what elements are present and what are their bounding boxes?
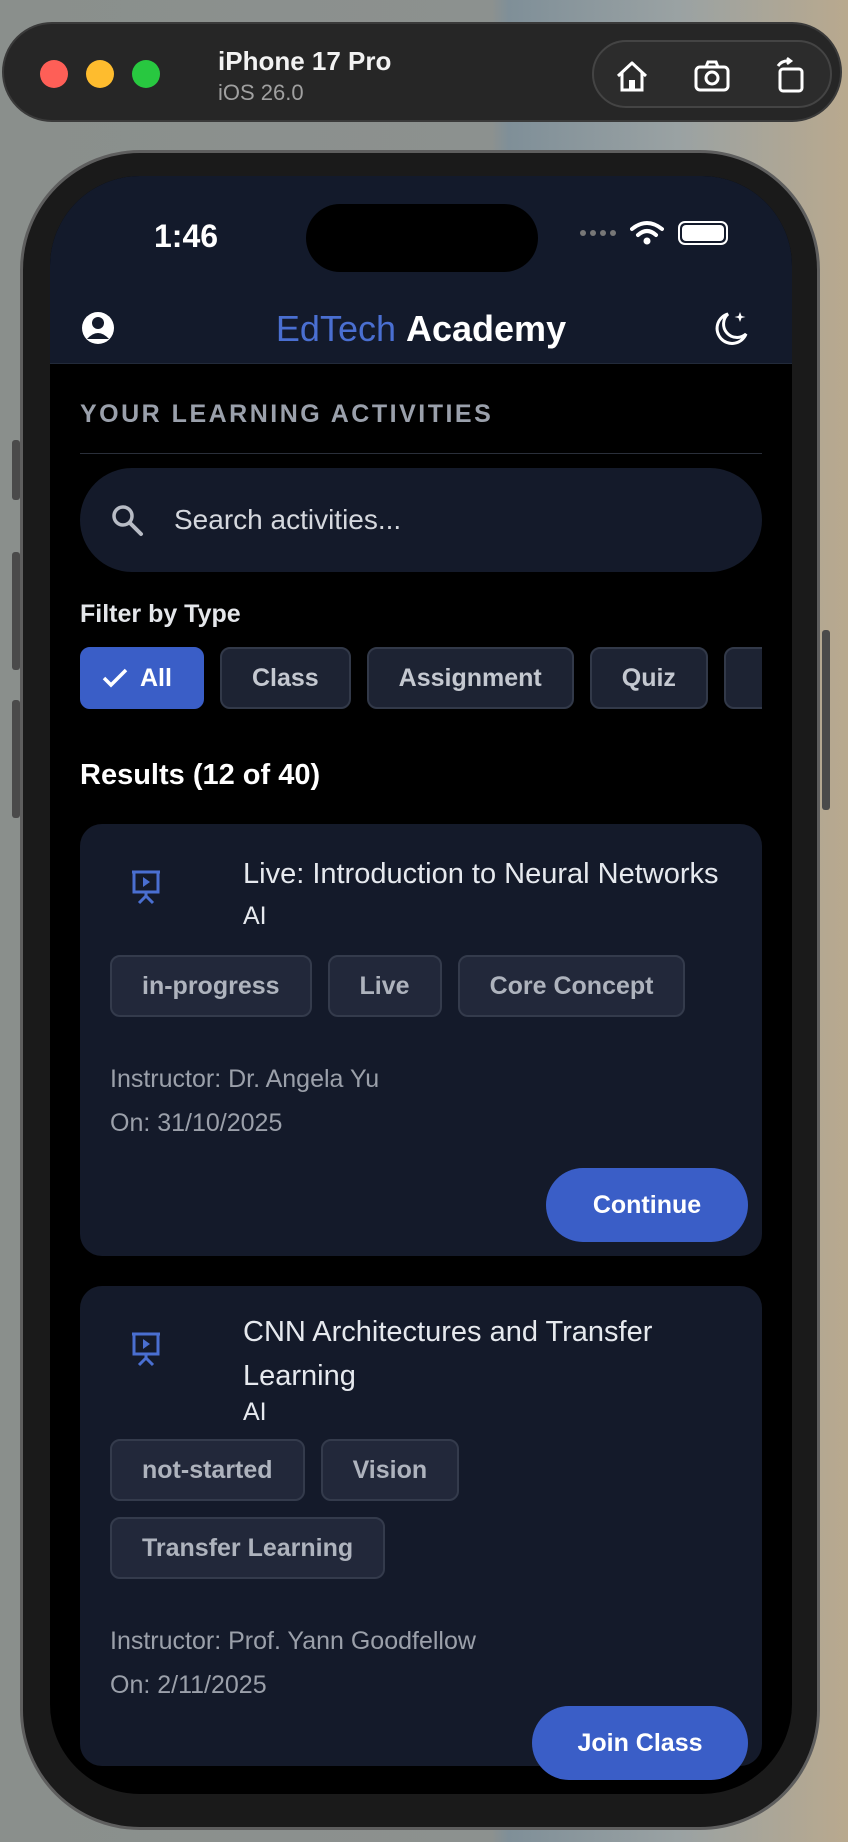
- section-title: YOUR LEARNING ACTIVITIES: [80, 400, 762, 454]
- volume-up-button: [12, 552, 20, 670]
- filter-chip-more[interactable]: [723, 647, 762, 709]
- power-button: [822, 630, 830, 810]
- filter-chip-quiz[interactable]: Quiz: [589, 647, 708, 709]
- chip-label: Quiz: [621, 663, 676, 692]
- zoom-window-button[interactable]: [132, 60, 160, 88]
- app-header: EdTech Academy: [50, 296, 792, 364]
- status-time: 1:46: [154, 218, 219, 254]
- tag-status: in-progress: [110, 955, 312, 1017]
- simulator-toolbar: iPhone 17 Pro iOS 26.0: [2, 22, 842, 122]
- presentation-icon: [126, 866, 166, 906]
- card-date: On: 2/11/2025: [110, 1671, 267, 1699]
- card-instructor: Instructor: Dr. Angela Yu: [110, 1065, 380, 1093]
- activity-card[interactable]: Live: Introduction to Neural Networks AI…: [80, 824, 762, 1256]
- card-tags: in-progress Live Core Concept: [110, 955, 732, 1017]
- volume-down-button: [12, 700, 20, 818]
- brand-part1: EdTech: [275, 308, 396, 349]
- card-title: Live: Introduction to Neural Networks: [243, 858, 719, 890]
- device-name: iPhone 17 Pro: [218, 46, 392, 76]
- cellular-icon: [580, 230, 616, 236]
- presentation-icon: [126, 1328, 166, 1368]
- filter-chip-assignment[interactable]: Assignment: [366, 647, 574, 709]
- card-category: AI: [243, 1398, 267, 1426]
- screenshot-icon[interactable]: [692, 56, 732, 96]
- tag: Live: [327, 955, 442, 1017]
- battery-icon: [678, 221, 728, 245]
- results-count: Results (12 of 40): [80, 759, 321, 791]
- simulator-tools: [592, 40, 832, 108]
- search-input[interactable]: Search activities...: [80, 468, 762, 572]
- home-icon[interactable]: [612, 56, 652, 96]
- status-icons: [580, 220, 728, 246]
- card-instructor: Instructor: Prof. Yann Goodfellow: [110, 1627, 476, 1655]
- phone-screen: 1:46 EdTech Academy YOUR LEARNING ACTIVI…: [50, 176, 792, 1794]
- status-bar: 1:46: [50, 176, 792, 296]
- dynamic-island: [306, 204, 538, 272]
- tag: Transfer Learning: [110, 1517, 386, 1579]
- filter-chip-class[interactable]: Class: [219, 647, 351, 709]
- card-category: AI: [243, 902, 267, 930]
- brand-part2: Academy: [406, 308, 567, 349]
- theme-toggle-icon[interactable]: [712, 308, 752, 348]
- tag: Vision: [320, 1439, 460, 1501]
- chip-label: Class: [251, 663, 319, 692]
- wifi-icon: [630, 221, 664, 245]
- search-icon: [112, 505, 143, 536]
- filter-chip-all[interactable]: All: [80, 647, 204, 709]
- tag-status: not-started: [110, 1439, 305, 1501]
- os-version: iOS 26.0: [218, 80, 304, 105]
- action-button: [12, 440, 20, 500]
- check-icon: [102, 668, 128, 688]
- chip-label: Assignment: [398, 663, 542, 692]
- main-content: YOUR LEARNING ACTIVITIES Search activiti…: [80, 364, 762, 1780]
- app-title: EdTech Academy: [50, 308, 792, 350]
- activity-card[interactable]: CNN Architectures and Transfer Learning …: [80, 1286, 762, 1780]
- join-class-button[interactable]: Join Class: [532, 1706, 748, 1780]
- close-window-button[interactable]: [40, 60, 68, 88]
- rotate-icon[interactable]: [770, 56, 810, 96]
- card-tags: not-started Vision Transfer Learning: [110, 1439, 530, 1579]
- card-date: On: 31/10/2025: [110, 1109, 283, 1137]
- filter-label: Filter by Type: [80, 600, 241, 628]
- card-title: CNN Architectures and Transfer Learning: [243, 1316, 653, 1392]
- continue-button[interactable]: Continue: [546, 1168, 748, 1242]
- search-placeholder: Search activities...: [174, 504, 402, 535]
- chip-label: All: [140, 663, 172, 692]
- minimize-window-button[interactable]: [86, 60, 114, 88]
- filter-chips: All Class Assignment Quiz: [80, 647, 762, 709]
- tag: Core Concept: [457, 955, 686, 1017]
